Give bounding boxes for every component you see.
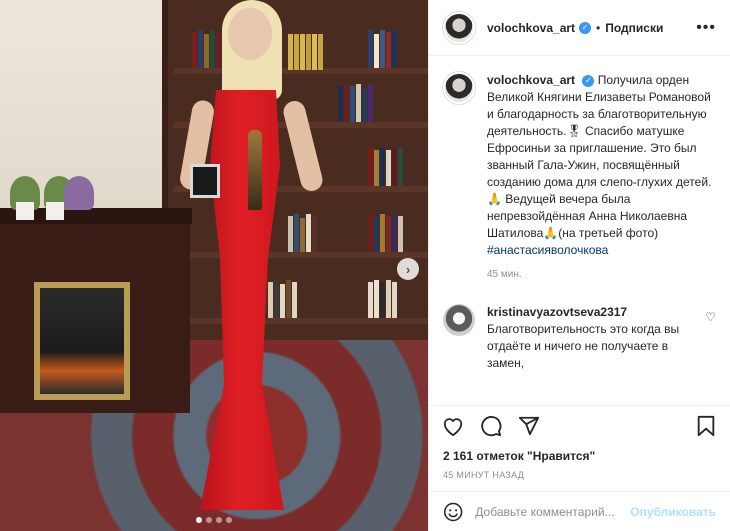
author-avatar[interactable] [443, 72, 475, 104]
likes-count[interactable]: 2 161 отметок "Нравится" [429, 445, 730, 467]
author-avatar[interactable] [443, 11, 475, 44]
comment-bubble-icon [481, 415, 502, 436]
photo-books [192, 28, 221, 68]
photo-shelf [174, 318, 428, 324]
comment-like-heart-icon[interactable]: ♡ [705, 304, 716, 372]
comment-body: kristinavyazovtseva2317 Благотворительно… [487, 304, 697, 372]
add-comment-bar: Опубликовать [429, 491, 730, 531]
photo-pot [16, 202, 34, 220]
photo-books [368, 28, 397, 68]
author-username[interactable]: volochkova_art [487, 21, 575, 35]
post-timestamp[interactable]: 45 минут назад [429, 467, 730, 491]
publish-button[interactable]: Опубликовать [630, 505, 716, 519]
caption-age: 45 мин. [487, 269, 522, 280]
verified-badge-icon: ✓ [579, 21, 592, 34]
commenter-avatar[interactable] [443, 304, 475, 336]
more-options-icon[interactable]: ••• [696, 19, 716, 37]
carousel-dot [196, 517, 202, 523]
like-button[interactable] [441, 414, 465, 438]
save-button[interactable] [694, 414, 718, 438]
comment-text: Благотворительность это когда вы отдаёте… [487, 322, 680, 370]
post-photo[interactable]: › [0, 0, 428, 531]
carousel-dot [216, 517, 222, 523]
comments-list[interactable]: volochkova_art ✓ Получила орден Великой … [429, 56, 730, 405]
post-side-panel: volochkova_art ✓ • Подписки ••• volochko… [428, 0, 730, 531]
photo-books [288, 30, 323, 70]
photo-fireplace-insert [34, 282, 130, 400]
caption-username[interactable]: volochkova_art [487, 73, 575, 87]
header-separator: • [596, 20, 601, 35]
photo-fireplace [0, 208, 192, 413]
share-button[interactable] [517, 414, 541, 438]
photo-shelf [174, 252, 428, 258]
smiley-icon[interactable] [443, 501, 463, 523]
post-action-bar [429, 405, 730, 445]
comment-username[interactable]: kristinavyazovtseva2317 [487, 305, 627, 319]
comment-input[interactable] [475, 504, 631, 519]
caption-hashtag[interactable]: #анастасияволочкова [487, 243, 608, 257]
photo-books [368, 212, 403, 252]
photo-books [268, 278, 297, 318]
carousel-dot [206, 517, 212, 523]
photo-books [368, 146, 403, 186]
chevron-right-icon: › [405, 261, 411, 277]
carousel-dot [226, 517, 232, 523]
caption: volochkova_art ✓ Получила орден Великой … [443, 72, 716, 280]
instagram-post-modal: › volochkova_art ✓ • Подписки ••• voloch… [0, 0, 730, 531]
comment-button[interactable] [479, 414, 503, 438]
heart-icon [443, 417, 463, 436]
photo-fire [40, 288, 124, 394]
caption-text: volochkova_art ✓ Получила орден Великой … [487, 72, 716, 259]
photo-books [338, 82, 373, 122]
comment-item: kristinavyazovtseva2317 Благотворительно… [443, 304, 716, 372]
following-button[interactable]: Подписки [605, 21, 663, 35]
photo-books [368, 278, 397, 318]
verified-badge-icon: ✓ [582, 74, 595, 87]
paper-plane-icon [518, 416, 540, 435]
carousel-next-button[interactable]: › [397, 258, 419, 280]
bookmark-icon [697, 415, 715, 436]
photo-head [228, 8, 272, 60]
photo-pot [46, 202, 64, 220]
photo-books [288, 212, 317, 252]
caption-body: volochkova_art ✓ Получила орден Великой … [487, 72, 716, 280]
caption-content: Получила орден Великой Княгини Елизаветы… [487, 73, 712, 240]
photo-award-box [190, 164, 220, 198]
post-header: volochkova_art ✓ • Подписки ••• [429, 0, 730, 56]
photo-plant [64, 176, 94, 210]
carousel-dots [0, 517, 428, 523]
photo-statuette [248, 130, 262, 210]
